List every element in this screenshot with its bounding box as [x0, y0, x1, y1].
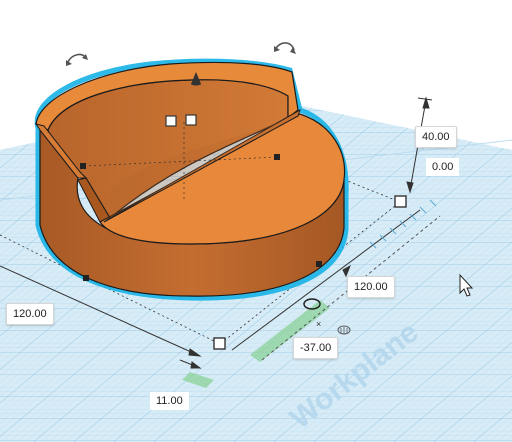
resize-handle-top-a[interactable]: [165, 115, 177, 127]
elevation-value-field[interactable]: 0.00: [426, 158, 460, 176]
edge-handle-left[interactable]: [80, 163, 86, 169]
resize-handle-corner-front[interactable]: [213, 337, 226, 350]
y-offset-value-field[interactable]: -37.00: [293, 337, 339, 359]
width-value-field[interactable]: 120.00: [347, 276, 395, 298]
viewport-3d[interactable]: Workplane ×: [0, 0, 512, 442]
rotate-handle-right-icon[interactable]: [274, 42, 296, 54]
x-offset-value-field[interactable]: 11.00: [150, 392, 189, 410]
height-value-field[interactable]: 40.00: [415, 126, 457, 148]
cylinder-shape[interactable]: [34, 58, 349, 301]
resize-handle-top-b[interactable]: [185, 114, 197, 126]
edge-handle-front-right[interactable]: [316, 261, 322, 267]
edge-handle-front-left[interactable]: [83, 275, 89, 281]
rotate-handle-left-icon[interactable]: [66, 53, 88, 66]
resize-handle-corner-right[interactable]: [394, 195, 407, 208]
length-value-field[interactable]: 120.00: [6, 303, 54, 325]
svg-text:×: ×: [316, 319, 321, 329]
edge-handle-right[interactable]: [274, 154, 280, 160]
